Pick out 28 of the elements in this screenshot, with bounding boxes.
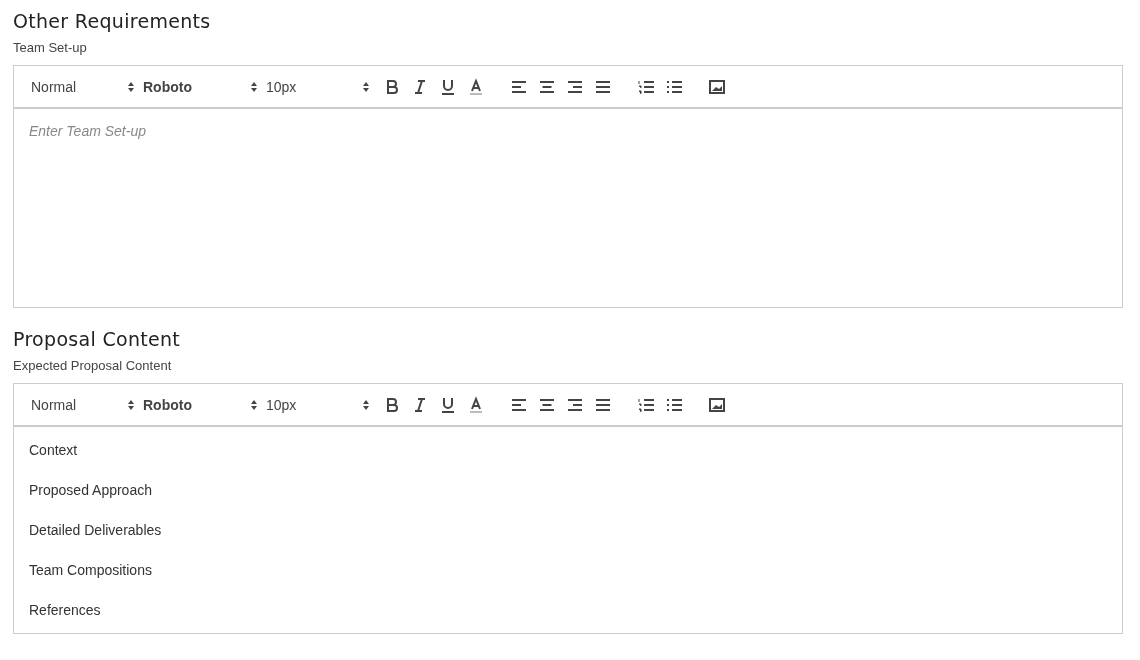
editor-placeholder[interactable]: Enter Team Set-up	[29, 123, 1107, 293]
editor-paragraph: Team Compositions	[29, 561, 153, 579]
format-dropdown[interactable]: Normal	[31, 74, 143, 99]
font-dropdown[interactable]: Roboto	[143, 392, 266, 417]
editor-paragraph: Proposed Approach	[29, 481, 153, 499]
text-color-icon	[467, 395, 485, 414]
size-dropdown[interactable]: 10px	[266, 392, 378, 417]
text-color-icon	[467, 77, 485, 96]
font-dropdown[interactable]: Roboto	[143, 74, 266, 99]
sort-arrows-icon	[362, 80, 370, 93]
underline-icon	[439, 395, 457, 414]
sort-arrows-icon	[362, 398, 370, 411]
editor-paragraph: Context	[29, 441, 79, 459]
sort-arrows-icon	[250, 80, 258, 93]
field-label: Team Set-up	[13, 40, 88, 55]
image-icon	[708, 395, 726, 414]
editor-paragraph: Detailed Deliverables	[29, 521, 163, 539]
section-heading: Proposal Content	[13, 328, 182, 350]
sort-arrows-icon	[250, 398, 258, 411]
editor-paragraph: References	[29, 601, 102, 619]
sort-arrows-icon	[127, 80, 135, 93]
field-label: Expected Proposal Content	[13, 358, 173, 373]
format-dropdown[interactable]: Normal	[31, 392, 143, 417]
underline-icon	[439, 77, 457, 96]
size-dropdown[interactable]: 10px	[266, 74, 378, 99]
section-heading: Other Requirements	[13, 10, 212, 32]
sort-arrows-icon	[127, 398, 135, 411]
image-icon	[708, 77, 726, 96]
